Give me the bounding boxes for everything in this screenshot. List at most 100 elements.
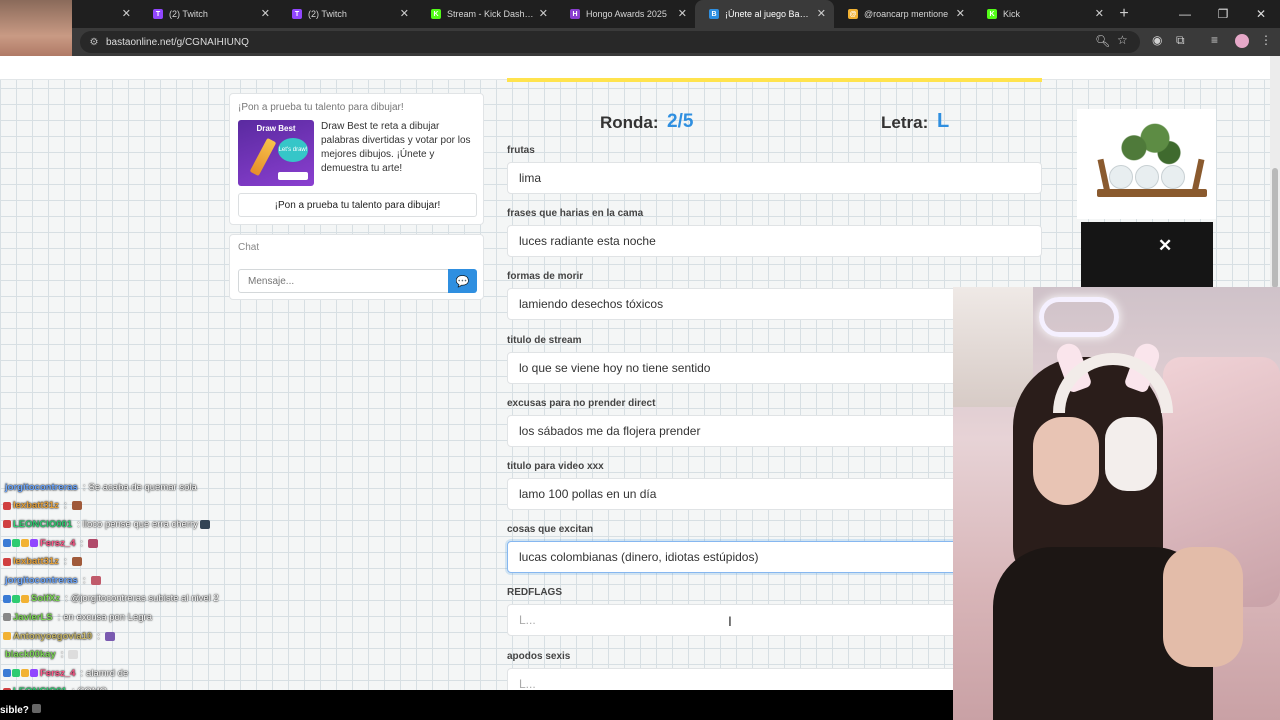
category-label: cosas que excitan [507,524,594,536]
omnibox[interactable]: ⚙ bastaonline.net/g/CGNAIHIUNQ [80,31,1140,53]
chat-separator: : [80,667,84,679]
site-info-icon[interactable]: ⚙ [88,36,100,48]
restore-button[interactable]: ❐ [1204,0,1242,28]
extension-icon[interactable]: ◉ [1152,33,1162,47]
close-tab-icon[interactable]: ✕ [956,7,965,20]
category-label: excusas para no prender direct [507,397,656,409]
category-answer-input[interactable]: luces radiante esta noche [507,225,1042,258]
badge-icon [3,632,11,641]
draw-best-button[interactable]: ¡Pon a prueba tu talento para dibujar! [238,193,477,217]
emote-icon [31,704,41,713]
url-text[interactable]: bastaonline.net/g/CGNAIHIUNQ [106,37,249,48]
neon-sign [1039,297,1119,337]
browser-tab[interactable]: H Hongo Awards 2025 ✕ [556,0,695,28]
badge-icon [3,594,11,603]
browser-tab[interactable]: K Stream - Kick Dashboard ✕ [417,0,556,28]
browser-tab[interactable]: T (2) Twitch ✕ [139,0,278,28]
round-value: 2/5 [667,111,694,132]
badge-icon [3,539,11,548]
new-tab-button[interactable]: + [1112,0,1136,28]
chat-message: jorgitocontreras: Se acaba de quemar sola [0,478,250,497]
close-tab-icon[interactable]: ✕ [678,7,687,20]
streamer-face [1033,417,1099,505]
chat-username: SoifXz [31,593,61,605]
chat-badges [3,557,11,566]
chat-separator: : [80,537,84,549]
chat-username: black00kay [5,649,56,661]
bookmark-star-icon[interactable]: ☆ [1117,33,1128,47]
close-tab-icon[interactable]: ✕ [122,7,131,20]
zoom-icon[interactable]: 🔍︎ [1095,34,1110,48]
kick-icon: K [431,9,441,19]
close-window-button[interactable]: ✕ [1242,0,1280,28]
profile-avatar[interactable] [1235,34,1249,48]
badge-icon [3,557,11,566]
kick-icon: K [987,9,997,19]
badge-icon [30,669,38,678]
kebab-menu-icon[interactable]: ⋮ [1260,33,1272,47]
tab-title: @roancarp mentione [864,9,949,19]
close-ad-icon[interactable]: ✕ [1158,236,1172,256]
close-tab-icon[interactable]: ✕ [1095,7,1104,20]
browser-tab[interactable]: B ¡Únete al juego Basta! ✕ [695,0,834,28]
notification-icon: @ [848,9,858,19]
chat-message: Antonyoegovia10: [0,627,250,646]
close-tab-icon[interactable]: ✕ [400,7,409,20]
basta-icon: B [709,9,719,19]
minimize-button[interactable]: — [1166,0,1204,28]
chat-text: @jorgitocontreras subiste al nivel 2 [70,593,219,605]
chat-message: black00kay: [0,645,250,664]
emote-icon [71,557,82,567]
chat-message: JavierLS: en excusa pon Legra [0,608,250,627]
hoodie-ad[interactable] [1081,222,1213,288]
chat-badges [3,539,38,548]
draw-best-image[interactable]: Draw Best Let's draw! [238,120,314,186]
chat-badges [3,501,11,510]
chat-username: LEONCIO001 [13,518,73,530]
badge-icon [3,501,11,510]
window-controls: — ❐ ✕ [1166,0,1280,28]
scrollbar-thumb[interactable] [1272,168,1278,288]
chat-separator: : [82,574,86,586]
reading-list-icon[interactable]: ≡ [1211,33,1218,47]
pencil-icon [249,137,277,177]
chat-username: JavierLS [13,611,53,623]
category-label: frutas [507,145,535,156]
logo-bar [278,172,308,180]
chat-message: jorgitocontreras: [0,571,250,590]
close-tab-icon[interactable]: ✕ [539,7,548,20]
chat-username: jorgitocontreras [5,574,78,586]
extensions-puzzle-icon[interactable]: ⧉ [1176,33,1185,48]
chat-message-input[interactable] [238,269,449,293]
badge-icon [3,669,11,678]
chat-text: lloco pense que erra cherry [82,518,198,530]
hongo-icon: H [570,9,580,19]
chat-separator: : [65,593,68,605]
browser-tab[interactable]: K Kick ✕ [973,0,1112,28]
browser-tab[interactable]: @ @roancarp mentione ✕ [834,0,973,28]
chat-separator: : [82,481,86,493]
emote-icon [88,538,99,548]
chat-title: Chat [238,242,260,253]
chat-separator: : [63,500,67,512]
chat-send-button[interactable]: 💬 [448,269,477,293]
close-tab-icon[interactable]: ✕ [261,7,270,20]
badge-icon [12,539,20,548]
glass-bulb [1109,165,1133,189]
badge-icon [12,594,20,603]
chat-badges [3,520,11,529]
browser-tab[interactable]: T (2) Twitch ✕ [278,0,417,28]
chat-message: Fersz_4: alamrd de [0,664,250,683]
category-label: titulo de stream [507,334,582,346]
category-answer-input[interactable]: lima [507,162,1042,194]
chat-username: lexbatt31z [13,556,59,568]
chat-username: lexbatt31z [13,500,59,512]
tab-title: Kick [1003,9,1021,19]
promo-description: Draw Best te reta a dibujar palabras div… [321,121,471,174]
glass-bulb [1135,165,1159,189]
chat-username: Antonyoegovia10 [13,630,93,642]
plant-ad[interactable] [1077,109,1216,219]
badge-icon [3,613,11,622]
close-tab-icon[interactable]: ✕ [817,7,826,20]
chat-badges [3,669,38,678]
